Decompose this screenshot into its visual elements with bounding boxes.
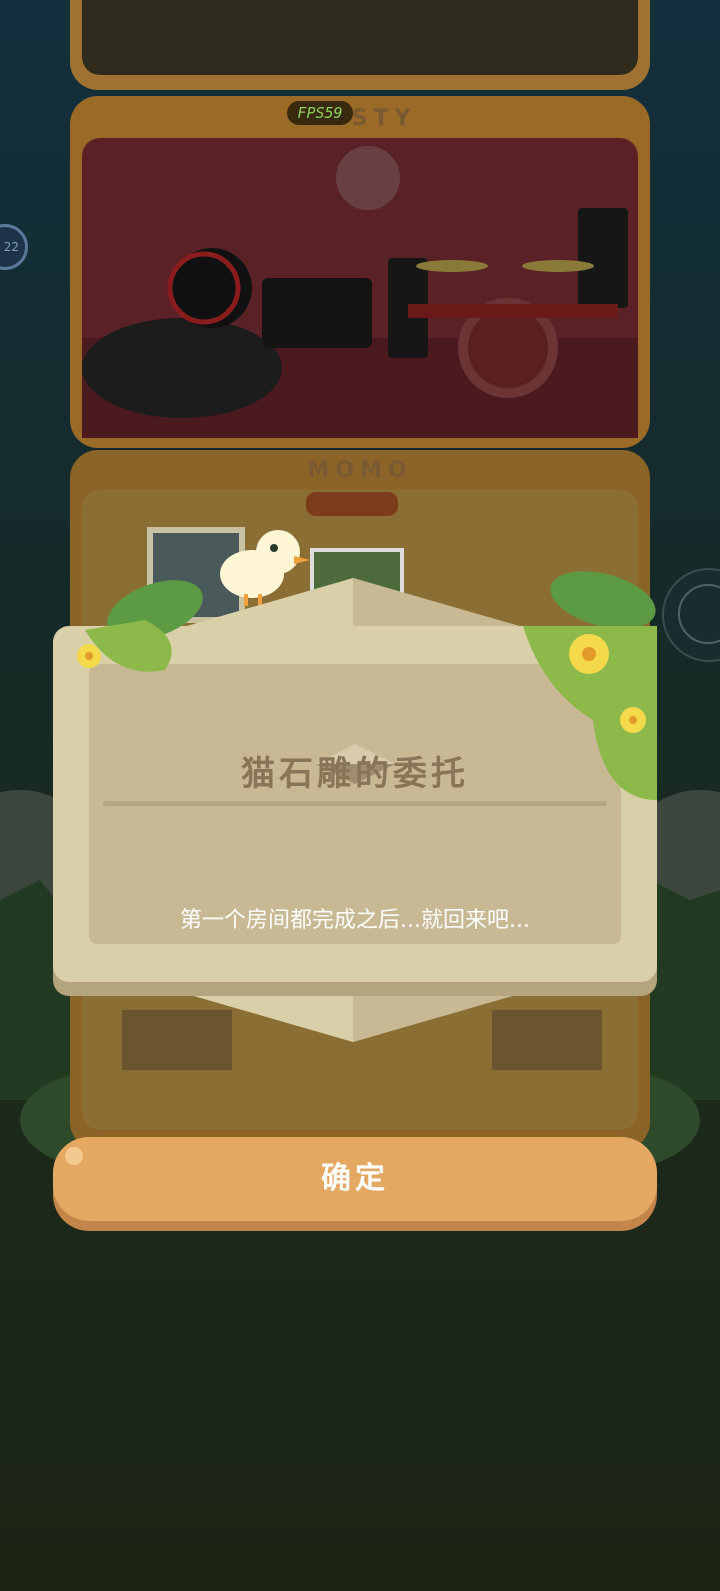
room-dusty-interior (82, 138, 638, 438)
leaf-decoration-right (523, 571, 657, 800)
room-top (70, 0, 650, 90)
dialog-message: 第一个房间都完成之后...就回来吧... (180, 908, 530, 933)
room-dusty-label: DUSTY (303, 106, 417, 131)
confirm-button-face: 确定 (53, 1137, 657, 1221)
dusty-room-art (82, 146, 638, 438)
commission-dialog: 猫石雕的委托 第一个房间都完成之后...就回来吧... (53, 570, 657, 1050)
fps-counter: FPS59 (287, 101, 353, 125)
left-side-button-label: 22 (3, 240, 19, 254)
room-momo-label: MOMO (307, 458, 413, 483)
confirm-button-label: 确定 (321, 1161, 389, 1196)
confirm-button[interactable]: 确定 (53, 1137, 657, 1231)
right-side-button-ring (678, 584, 720, 644)
leaf-decoration-left (77, 580, 203, 672)
room-dusty[interactable]: DUSTY (70, 96, 650, 448)
